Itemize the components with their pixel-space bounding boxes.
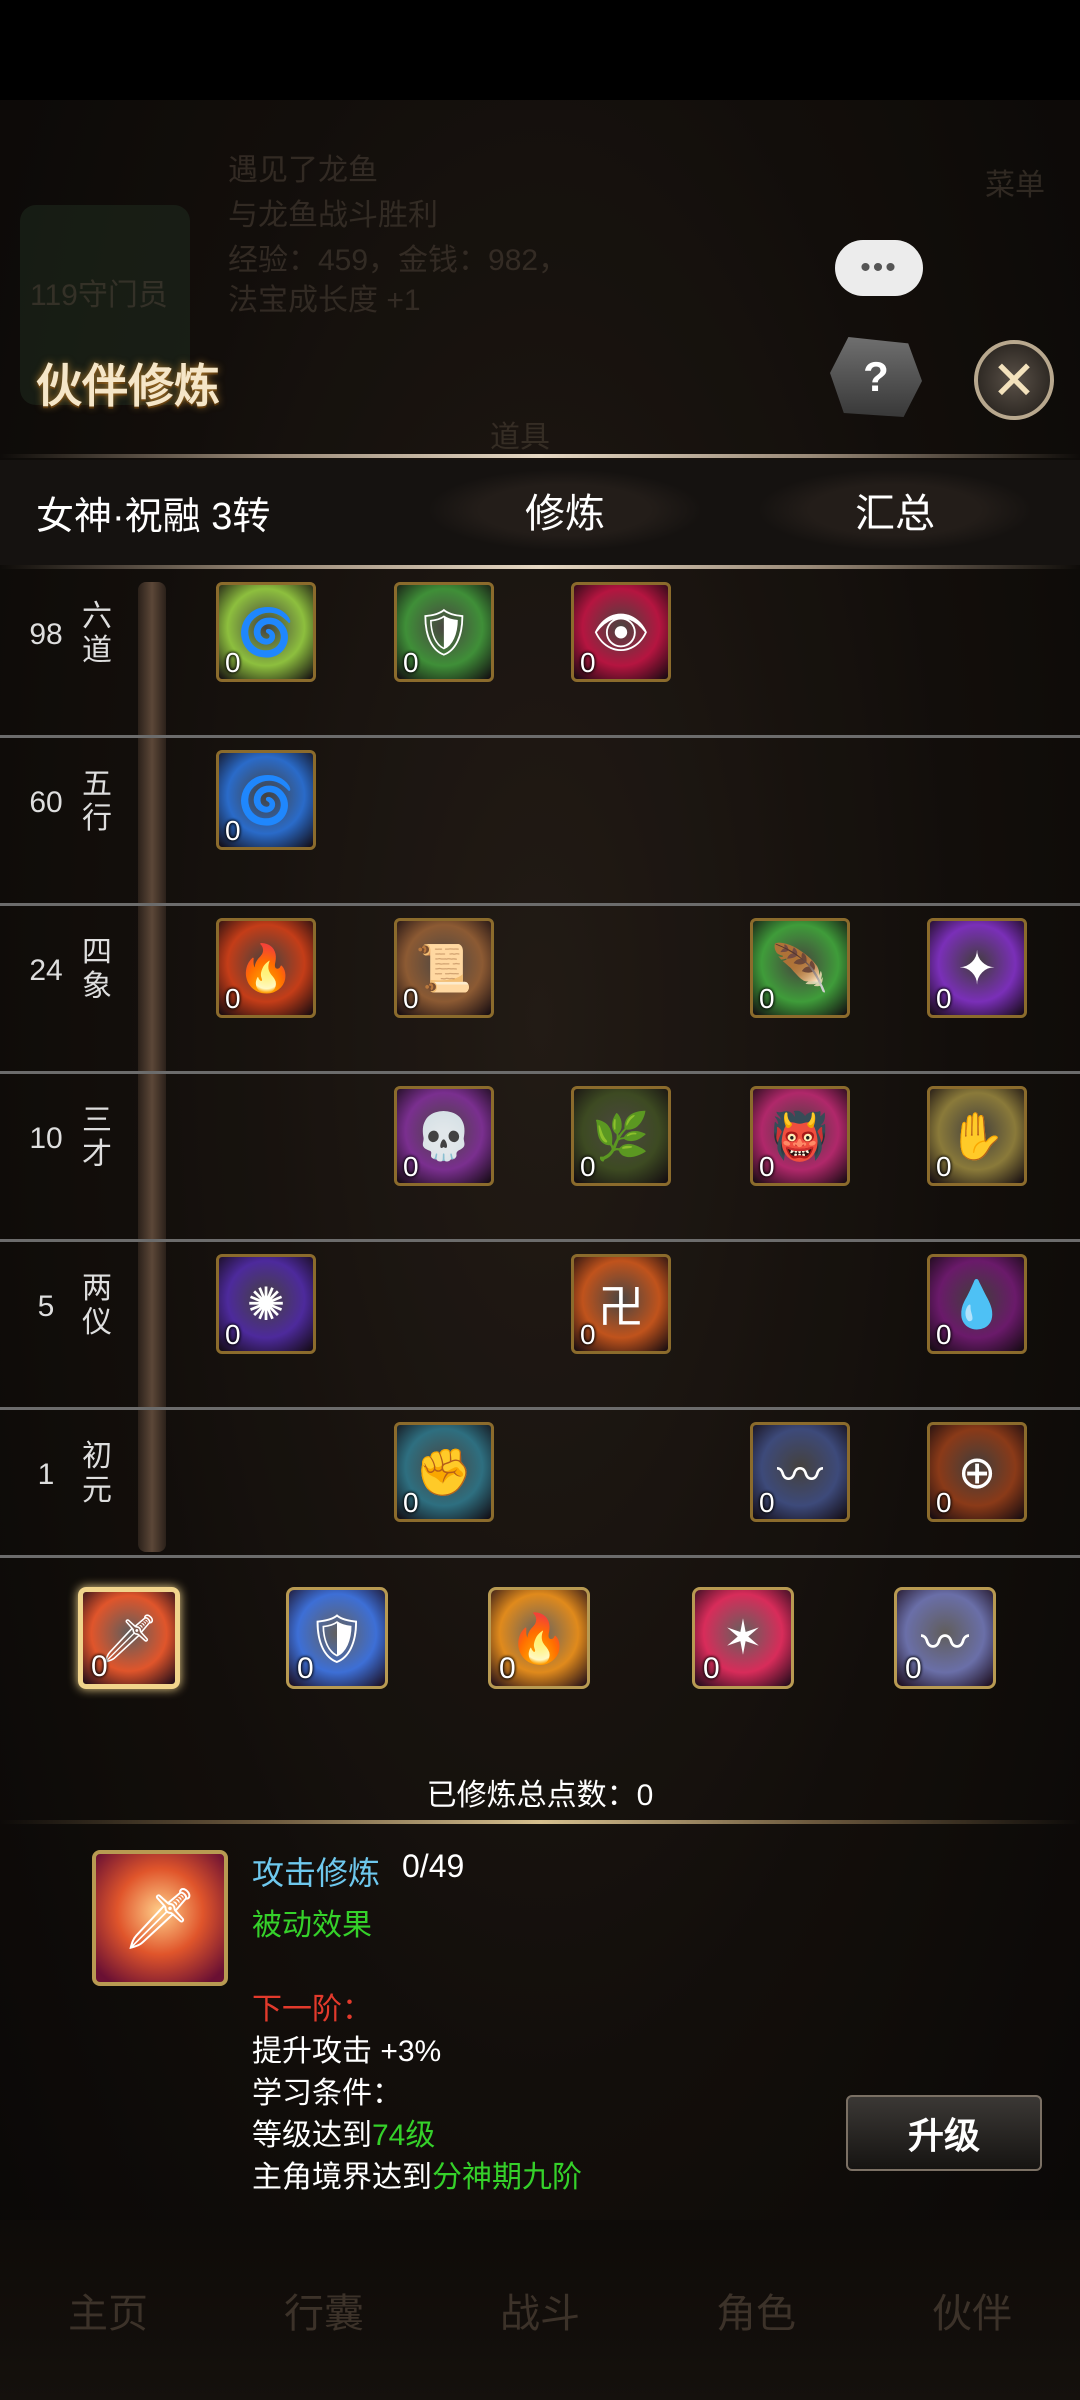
tab-summary[interactable]: 汇总 xyxy=(760,470,1030,550)
effect-text: 提升攻击 +3% xyxy=(252,2035,442,2068)
base-skill-slot[interactable]: 🗡 0 xyxy=(78,1587,180,1689)
skill-count: 0 xyxy=(225,983,241,1014)
skill-slot[interactable]: 〰 0 xyxy=(750,1422,850,1522)
total-label: 已修炼总点数： xyxy=(426,1779,637,1812)
tier-name: 五行 xyxy=(82,768,112,835)
skill-slot[interactable]: 🌿 0 xyxy=(571,1086,671,1186)
skill-slot[interactable]: ✦ 0 xyxy=(927,918,1027,1018)
skill-slot[interactable]: 👁 0 xyxy=(571,582,671,682)
skill-slot[interactable]: ⊕ 0 xyxy=(927,1422,1027,1522)
skill-count: 0 xyxy=(759,1151,775,1182)
base-skill-slot[interactable]: ✶ 0 xyxy=(692,1587,794,1689)
skill-name: 攻击修炼 xyxy=(252,1855,381,1891)
condition-label: 学习条件： xyxy=(252,2077,402,2110)
condition-level-value: 74级 xyxy=(372,2119,436,2152)
skill-slot[interactable]: 📜 0 xyxy=(394,918,494,1018)
total-points: 已修炼总点数：0 xyxy=(0,1770,1080,1814)
tier-name: 四象 xyxy=(82,936,112,1003)
skill-count: 0 xyxy=(580,1151,596,1182)
condition-realm-prefix: 主角境界达到 xyxy=(252,2161,432,2194)
tier-row: 24 四象 🔥 0 📜 0 🪶 0 ✦ 0 xyxy=(0,906,1080,1074)
tier-list: 98 六道 🌀 0 🛡 0 👁 0 60 五行 🌀 0 24 四象 🔥 0 📜 0 🪶 0 ✦ 0 10 三才 💀 0 🌿 0 👹 0 ✋ 0… xyxy=(0,570,1080,1555)
skill-count: 0 xyxy=(225,1319,241,1350)
divider xyxy=(0,1555,1080,1558)
skill-progress: 0/49 xyxy=(402,1848,465,1884)
attack-icon: 🗡 xyxy=(121,1884,199,1952)
skill-slot[interactable]: 🌀 0 xyxy=(216,582,316,682)
skill-count: 0 xyxy=(905,1652,922,1685)
skill-count: 0 xyxy=(225,647,241,678)
help-button[interactable]: ? xyxy=(830,337,922,417)
tier-level: 60 xyxy=(29,786,63,819)
base-skill-slot[interactable]: 〰 0 xyxy=(894,1587,996,1689)
tier-level: 98 xyxy=(29,618,63,651)
skill-slot[interactable]: ✊ 0 xyxy=(394,1422,494,1522)
skill-count: 0 xyxy=(936,1319,952,1350)
skill-count: 0 xyxy=(759,1487,775,1518)
skill-count: 0 xyxy=(403,1487,419,1518)
partner-name: 女神·祝融 3转 xyxy=(36,496,271,538)
skill-count: 0 xyxy=(403,647,419,678)
base-skill-slot[interactable]: 🔥 0 xyxy=(488,1587,590,1689)
base-skill-slot[interactable]: 🛡 0 xyxy=(286,1587,388,1689)
chat-bubble-icon[interactable]: ••• xyxy=(835,240,923,296)
condition-level-prefix: 等级达到 xyxy=(252,2119,372,2152)
skill-count: 0 xyxy=(703,1652,720,1685)
upgrade-button[interactable]: 升级 xyxy=(846,2095,1042,2171)
skill-count: 0 xyxy=(936,1151,952,1182)
tier-name: 三才 xyxy=(82,1104,112,1171)
tier-level: 1 xyxy=(37,1458,55,1491)
condition-realm-value: 分神期九阶 xyxy=(432,2161,582,2194)
divider xyxy=(0,565,1080,569)
tier-row: 10 三才 💀 0 🌿 0 👹 0 ✋ 0 xyxy=(0,1074,1080,1242)
tier-level: 10 xyxy=(29,1122,63,1155)
skill-count: 0 xyxy=(936,1487,952,1518)
tier-level: 5 xyxy=(37,1290,55,1323)
skill-count: 0 xyxy=(225,815,241,846)
skill-slot[interactable]: ✋ 0 xyxy=(927,1086,1027,1186)
skill-slot[interactable]: 👹 0 xyxy=(750,1086,850,1186)
total-value: 0 xyxy=(636,1779,654,1812)
condition-level: 等级达到74级 xyxy=(252,2110,435,2154)
divider xyxy=(0,454,1080,458)
skill-slot[interactable]: 🌀 0 xyxy=(216,750,316,850)
status-bar xyxy=(0,0,1080,100)
skill-count: 0 xyxy=(403,983,419,1014)
divider xyxy=(0,1820,1080,1824)
skill-slot[interactable]: 💀 0 xyxy=(394,1086,494,1186)
tier-row: 5 两仪 ✺ 0 卍 0 💧 0 xyxy=(0,1242,1080,1410)
skill-count: 0 xyxy=(580,1319,596,1350)
selected-skill-icon: 🗡 xyxy=(92,1850,228,1986)
next-tier-label: 下一阶： xyxy=(252,1993,372,2026)
close-button[interactable]: ✕ xyxy=(974,340,1054,420)
skill-slot[interactable]: 🪶 0 xyxy=(750,918,850,1018)
tier-row: 60 五行 🌀 0 xyxy=(0,738,1080,906)
skill-count: 0 xyxy=(91,1650,108,1683)
skill-count: 0 xyxy=(499,1652,516,1685)
close-icon: ✕ xyxy=(991,350,1037,411)
skill-count: 0 xyxy=(936,983,952,1014)
tier-row: 98 六道 🌀 0 🛡 0 👁 0 xyxy=(0,570,1080,738)
tab-train[interactable]: 修炼 xyxy=(430,470,700,550)
skill-slot[interactable]: ✺ 0 xyxy=(216,1254,316,1354)
tier-name: 六道 xyxy=(82,600,112,667)
skill-count: 0 xyxy=(759,983,775,1014)
skill-count: 0 xyxy=(580,647,596,678)
condition-realm: 主角境界达到分神期九阶 xyxy=(252,2152,582,2196)
tier-level: 24 xyxy=(29,954,63,987)
panel-title: 伙伴修炼 xyxy=(36,360,220,412)
passive-effect-label: 被动效果 xyxy=(252,1909,372,1942)
skill-slot[interactable]: 🔥 0 xyxy=(216,918,316,1018)
skill-slot[interactable]: 💧 0 xyxy=(927,1254,1027,1354)
skill-count: 0 xyxy=(403,1151,419,1182)
skill-slot[interactable]: 卍0 xyxy=(571,1254,671,1354)
skill-count: 0 xyxy=(297,1652,314,1685)
tier-row: 1 初元 ✊ 0 〰 0 ⊕ 0 xyxy=(0,1410,1080,1578)
tier-name: 初元 xyxy=(82,1440,112,1507)
tier-name: 两仪 xyxy=(82,1272,112,1339)
skill-slot[interactable]: 🛡 0 xyxy=(394,582,494,682)
